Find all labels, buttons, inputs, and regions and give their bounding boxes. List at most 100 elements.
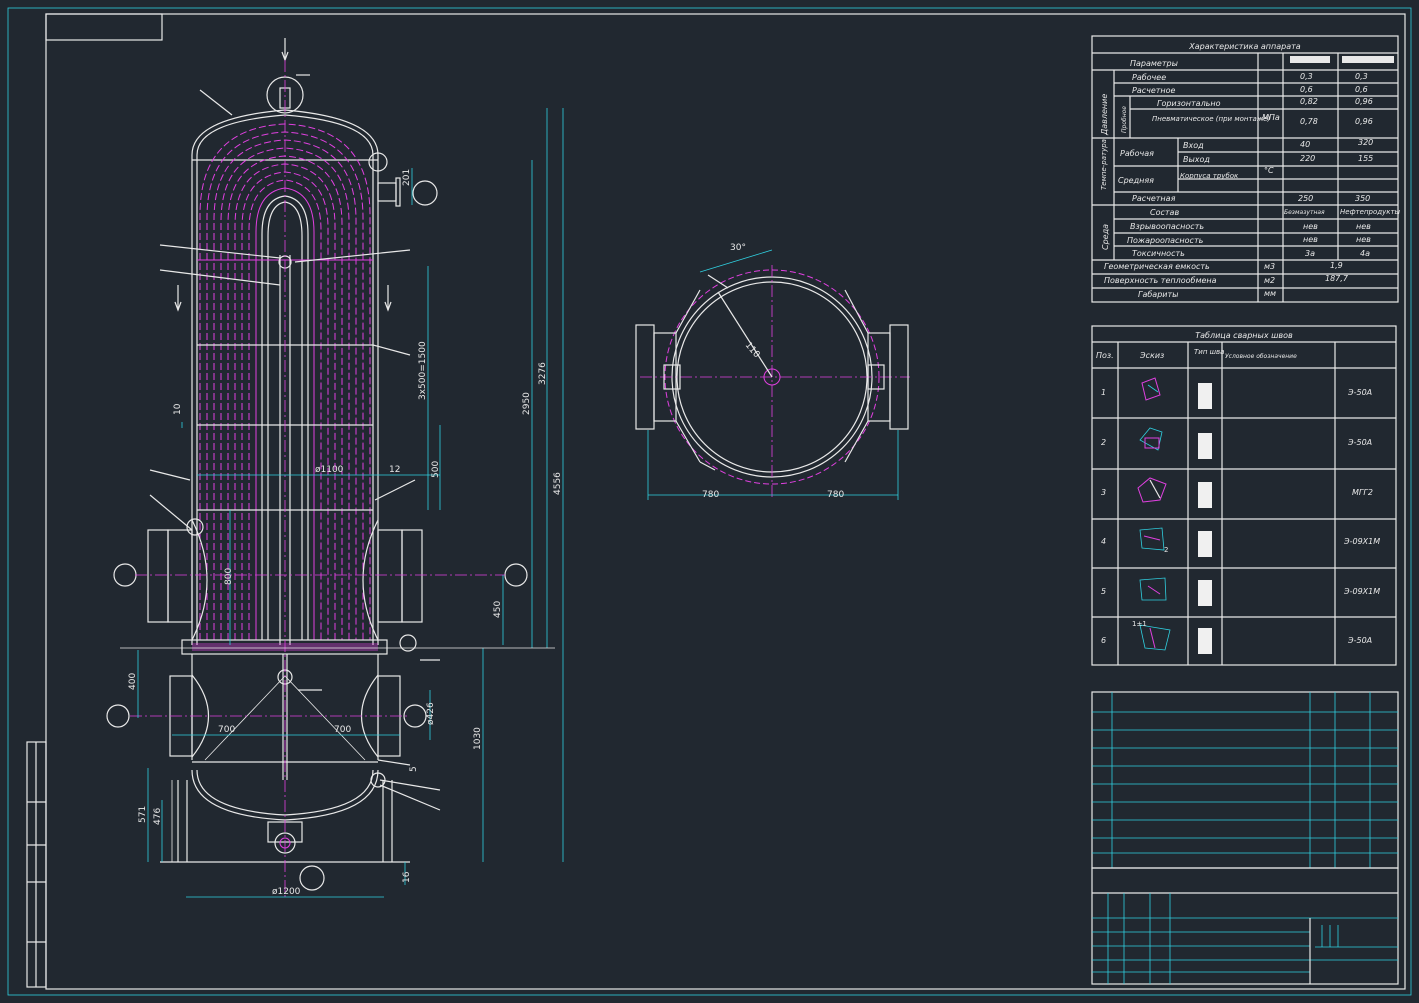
weld-pos: 1 (1101, 388, 1106, 397)
cell: 4а (1360, 249, 1370, 258)
weld-title: Таблица сварных швов (1195, 331, 1293, 340)
cell: нев (1356, 222, 1371, 231)
weld-pos: 5 (1101, 587, 1106, 596)
cell: 0,6 (1300, 85, 1313, 94)
dim-text: 1030 (473, 727, 483, 750)
dim-text: ø1200 (272, 887, 301, 897)
dim-text: 571 (138, 806, 148, 823)
row-label: Поверхность теплообмена (1104, 276, 1217, 285)
cell: 3а (1305, 249, 1315, 258)
cell: 0,6 (1355, 85, 1368, 94)
characteristics-table: Характеристика аппарата Параметры Давлен… (1091, 35, 1401, 303)
row-label: Взрывоопасность (1130, 222, 1204, 231)
cell: 0,3 (1300, 72, 1313, 81)
left-margin-stamp (26, 741, 47, 988)
cell: Нефтепродукты (1340, 208, 1401, 216)
weld-mark: Э-50А (1347, 438, 1372, 447)
section-view: 30° 110 780 780 (635, 243, 910, 500)
dim-text: 450 (493, 601, 503, 618)
dim-text: 110 (743, 341, 762, 361)
cell: 250 (1298, 194, 1313, 203)
dim-text: 780 (827, 490, 844, 500)
group-label: Темпе-ратура (1100, 139, 1108, 190)
cell: 187,7 (1325, 274, 1349, 283)
weld-pos: 6 (1101, 636, 1106, 645)
cell: Безмазутная (1284, 209, 1325, 216)
weld-mark: Э-50А (1347, 636, 1372, 645)
dim-text: 500 (431, 461, 441, 478)
weld-mark: Э-09Х1М (1343, 587, 1380, 596)
row-label: Рабочее (1132, 73, 1166, 82)
cell: 0,78 (1300, 117, 1318, 126)
group-label: Давление (1100, 94, 1109, 136)
weld-header: Поз. (1096, 351, 1114, 360)
top-left-box (45, 13, 163, 41)
cell: 155 (1358, 154, 1373, 163)
title-block (1091, 867, 1399, 985)
row-label: Габариты (1138, 290, 1178, 299)
main-view-dimensions: 201 3х500=1500 2950 3276 4556 10 ø1100 1… (128, 169, 563, 897)
weld-pos: 2 (1101, 438, 1106, 447)
params-label: Параметры (1130, 59, 1178, 68)
row-label: Токсичность (1132, 249, 1185, 258)
row-label: Геометрическая емкость (1104, 262, 1210, 271)
weld-mark: Э-09Х1М (1343, 537, 1380, 546)
dim-text: ø426 (426, 702, 436, 725)
weld-pos: 4 (1101, 537, 1106, 546)
dim-text: 400 (128, 673, 138, 690)
weld-table: Таблица сварных швов Поз. Эскиз Тип шва … (1091, 325, 1397, 666)
cell: 350 (1355, 194, 1370, 203)
dim-text: 201 (402, 169, 412, 186)
cell: 1,9 (1330, 261, 1343, 270)
dim-text: 780 (702, 490, 719, 500)
row-label: Пожароопасность (1127, 236, 1204, 245)
dim-text: 700 (334, 725, 351, 735)
weld-mark: Э-50А (1347, 388, 1372, 397)
cell: нев (1303, 222, 1318, 231)
group-label: Среда (1101, 224, 1110, 250)
row-label: Корпуса трубок (1180, 172, 1239, 180)
cell: нев (1303, 235, 1318, 244)
cell: нев (1356, 235, 1371, 244)
dim-text: 2950 (522, 392, 532, 415)
cell: 0,82 (1300, 97, 1318, 106)
weld-pos: 3 (1101, 488, 1106, 497)
row-label: Пневматическое (при монтаже) (1152, 115, 1270, 123)
cell: 220 (1300, 154, 1315, 163)
row-label: Горизонтально (1157, 99, 1221, 108)
row-label: Выход (1183, 155, 1210, 164)
unit: МПа (1262, 113, 1280, 122)
cell: 40 (1300, 140, 1310, 149)
unit: мм (1264, 289, 1276, 298)
dim-text: 3х500=1500 (418, 341, 428, 400)
dim-text: 10 (173, 403, 183, 415)
dim-text: 30° (730, 243, 746, 253)
weld-sketch: 2 1±1 (1132, 377, 1171, 651)
unit: °С (1264, 166, 1274, 175)
dim-text: ø1100 (315, 465, 344, 475)
cell: 0,96 (1355, 97, 1373, 106)
drawing-canvas: 201 3х500=1500 2950 3276 4556 10 ø1100 1… (7, 7, 1412, 996)
row-label: Расчетная (1132, 194, 1176, 203)
stamp-block-upper (1091, 691, 1399, 869)
dim-text: 4556 (553, 472, 563, 495)
table-title: Характеристика аппарата (1188, 42, 1300, 51)
svg-text:1±1: 1±1 (1132, 620, 1147, 628)
cell: 0,3 (1355, 72, 1368, 81)
cell: 320 (1358, 138, 1373, 147)
dim-text: 16 (402, 871, 412, 883)
dim-text: 800 (224, 568, 234, 585)
dim-text: 12 (389, 465, 400, 475)
group-label: Пробное (1121, 106, 1128, 133)
dim-text: 5 (409, 766, 419, 772)
weld-mark: МГГ2 (1352, 488, 1373, 497)
dim-text: 476 (153, 808, 163, 825)
cell: 0,96 (1355, 117, 1373, 126)
unit: м2 (1264, 276, 1275, 285)
row-label: Состав (1150, 208, 1179, 217)
svg-text:2: 2 (1164, 546, 1168, 554)
row-label: Вход (1183, 141, 1204, 150)
weld-header: Условное обозначение (1225, 353, 1297, 360)
weld-header: Тип шва (1194, 348, 1224, 356)
unit: м3 (1264, 262, 1275, 271)
